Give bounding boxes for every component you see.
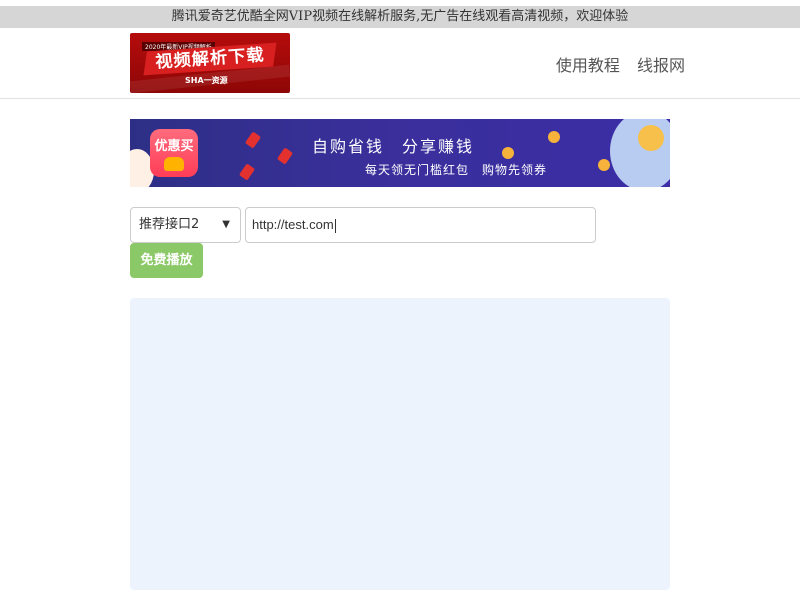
api-select[interactable]: 推荐接口2 ▼ [130,207,241,243]
url-input[interactable]: http://test.com [245,207,596,243]
text-caret [334,218,336,233]
red-envelope-icon [276,147,294,165]
app-icon-mascot [164,157,184,171]
api-select-value: 推荐接口2 [139,217,200,232]
app-icon: 优惠买 [150,129,198,177]
main-nav: 使用教程 线报网 [544,52,685,76]
app-name: 优惠买 [154,139,194,154]
video-player[interactable] [130,298,670,590]
logo-sub-text: SHA一资源 [185,76,228,85]
site-logo[interactable]: 2020年最新VIP视频解析 视频解析下载 SHA一资源 [130,33,290,93]
coin-icon [548,131,560,143]
promo-banner[interactable]: 优惠买 自购省钱 分享赚钱 每天领无门槛红包 购物先领券 [130,119,670,187]
top-notice-text: 腾讯爱奇艺优酷全网VIP视频在线解析服务,无广告在线观看高清视频，欢迎体验 [171,9,629,24]
site-header: 2020年最新VIP视频解析 视频解析下载 SHA一资源 使用教程 线报网 [0,28,800,99]
red-envelope-icon [238,163,256,181]
coin-icon [598,159,610,171]
coin-icon [502,147,514,159]
nav-item-tutorial[interactable]: 使用教程 [556,56,620,75]
nav-item-deals[interactable]: 线报网 [637,56,685,75]
banner-subslogan: 每天领无门槛红包 购物先领券 [365,163,548,177]
url-input-value: http://test.com [252,217,334,232]
red-envelope-icon [244,131,262,149]
banner-slogan: 自购省钱 分享赚钱 [312,137,475,156]
coin-icon [638,125,664,151]
free-play-button[interactable]: 免费播放 [130,243,203,278]
chevron-down-icon: ▼ [222,219,230,230]
top-notice-bar: 腾讯爱奇艺优酷全网VIP视频在线解析服务,无广告在线观看高清视频，欢迎体验 [0,6,800,28]
